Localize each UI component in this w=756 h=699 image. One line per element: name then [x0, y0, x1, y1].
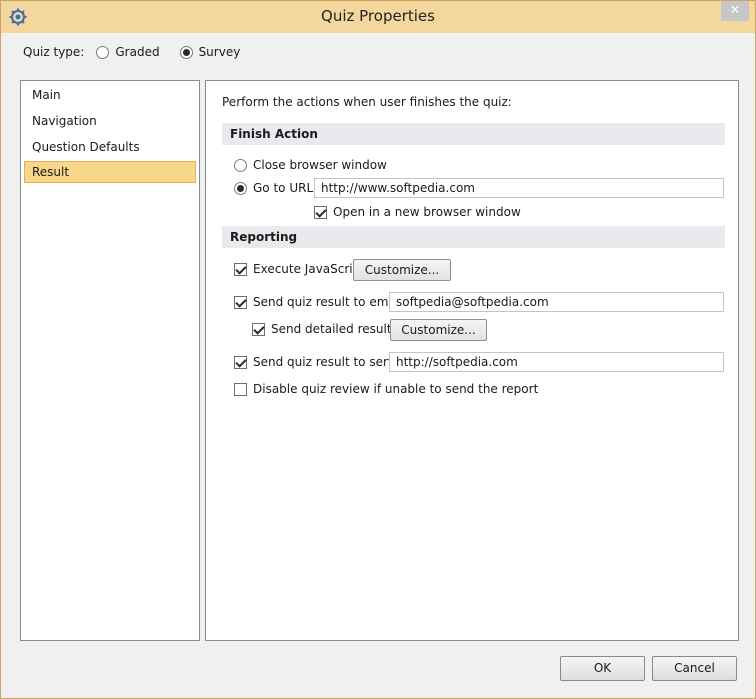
quiz-type-row: Quiz type: Graded Survey: [23, 44, 260, 60]
open-new-window-option[interactable]: Open in a new browser window: [314, 202, 521, 222]
open-new-window-label: Open in a new browser window: [333, 205, 521, 219]
nav-item-question-defaults[interactable]: Question Defaults: [24, 136, 196, 158]
close-button[interactable]: ✕: [721, 1, 749, 21]
disable-review-checkbox[interactable]: [234, 382, 247, 396]
close-browser-option[interactable]: Close browser window: [234, 155, 387, 175]
send-detailed-option[interactable]: Send detailed results: [252, 319, 398, 339]
close-browser-radio[interactable]: [234, 158, 247, 172]
send-email-label: Send quiz result to email: [253, 295, 403, 309]
title-bar: Quiz Properties ✕: [1, 1, 755, 33]
settings-nav: Main Navigation Question Defaults Result: [20, 80, 200, 641]
graded-label: Graded: [115, 45, 160, 59]
go-to-url-radio[interactable]: [234, 181, 247, 195]
server-input[interactable]: http://softpedia.com: [389, 352, 724, 372]
finish-action-heading: Finish Action: [222, 123, 725, 145]
graded-radio[interactable]: [96, 45, 110, 59]
quiz-type-label: Quiz type:: [23, 45, 85, 59]
send-server-label: Send quiz result to server: [253, 355, 408, 369]
execute-js-option[interactable]: Execute JavaScript: [234, 259, 365, 279]
execute-js-checkbox[interactable]: [234, 262, 247, 276]
send-email-option[interactable]: Send quiz result to email: [234, 292, 402, 312]
nav-item-main[interactable]: Main: [24, 84, 196, 106]
nav-item-navigation[interactable]: Navigation: [24, 110, 196, 132]
survey-label: Survey: [198, 45, 241, 59]
send-server-option[interactable]: Send quiz result to server: [234, 352, 407, 372]
disable-review-option[interactable]: Disable quiz review if unable to send th…: [234, 379, 538, 399]
survey-radio[interactable]: [179, 45, 193, 59]
go-to-url-option[interactable]: Go to URL:: [234, 178, 317, 198]
go-to-url-label: Go to URL:: [253, 181, 318, 195]
close-browser-label: Close browser window: [253, 158, 387, 172]
customize-js-button[interactable]: Customize...: [353, 259, 451, 281]
execute-js-label: Execute JavaScript: [253, 262, 365, 276]
result-panel: Perform the actions when user finishes t…: [205, 80, 739, 641]
quiz-type-graded[interactable]: Graded: [96, 45, 160, 59]
intro-text: Perform the actions when user finishes t…: [222, 95, 512, 109]
ok-button[interactable]: OK: [560, 656, 645, 681]
send-server-checkbox[interactable]: [234, 355, 247, 369]
customize-email-button[interactable]: Customize...: [390, 319, 487, 341]
cancel-button[interactable]: Cancel: [652, 656, 737, 681]
close-icon: ✕: [729, 3, 741, 18]
window-title: Quiz Properties: [321, 7, 435, 25]
disable-review-label: Disable quiz review if unable to send th…: [253, 382, 539, 396]
send-detailed-checkbox[interactable]: [252, 322, 265, 336]
reporting-heading: Reporting: [222, 226, 725, 248]
email-input[interactable]: softpedia@softpedia.com: [389, 292, 724, 312]
send-email-checkbox[interactable]: [234, 295, 247, 309]
quiz-properties-window: Quiz Properties ✕ Quiz type: Graded Surv…: [0, 0, 756, 699]
quiz-type-survey[interactable]: Survey: [179, 45, 241, 59]
url-input[interactable]: http://www.softpedia.com: [314, 178, 724, 198]
open-new-window-checkbox[interactable]: [314, 205, 327, 219]
send-detailed-label: Send detailed results: [271, 322, 398, 336]
nav-item-result[interactable]: Result: [24, 161, 196, 183]
